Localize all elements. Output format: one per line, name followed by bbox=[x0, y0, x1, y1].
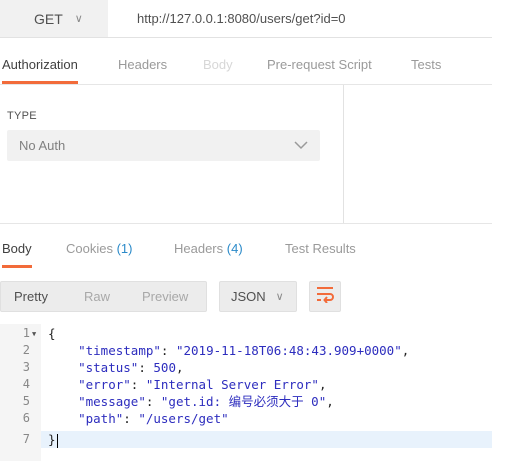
json-key: "status" bbox=[78, 360, 139, 375]
line-number: 2 bbox=[22, 343, 30, 357]
json-key: "error" bbox=[78, 377, 131, 392]
json-key: "path" bbox=[78, 411, 124, 426]
json-trail: , bbox=[401, 343, 410, 358]
code-line: { bbox=[48, 325, 56, 342]
json-trail: , bbox=[326, 394, 334, 409]
auth-type-value: No Auth bbox=[19, 138, 66, 153]
line-number: 3 bbox=[22, 360, 30, 374]
auth-type-label: TYPE bbox=[7, 110, 37, 122]
panel-divider bbox=[343, 85, 344, 223]
line-number: 5 bbox=[22, 394, 30, 408]
chevron-down-icon: ∨ bbox=[275, 291, 284, 303]
json-key: "timestamp" bbox=[78, 343, 161, 358]
view-raw-button[interactable]: Raw bbox=[84, 282, 110, 311]
json-value: "/users/get" bbox=[138, 411, 229, 426]
response-body-editor[interactable]: 1 ▼ 2 3 4 5 6 7 { "timestamp": "2019-11-… bbox=[0, 324, 492, 461]
tab-cookies[interactable]: Cookies (1) bbox=[66, 238, 132, 268]
view-preview-button[interactable]: Preview bbox=[142, 282, 188, 311]
view-pretty-button[interactable]: Pretty bbox=[14, 282, 48, 311]
method-label: GET bbox=[34, 10, 63, 27]
line-number: 6 bbox=[22, 411, 30, 425]
tab-pre-request-script[interactable]: Pre-request Script bbox=[267, 50, 372, 84]
tab-headers[interactable]: Headers bbox=[118, 50, 167, 84]
code-line: "error": "Internal Server Error", bbox=[78, 377, 327, 392]
view-mode-group: Pretty Raw Preview bbox=[0, 281, 207, 312]
tab-cookies-label: Cookies bbox=[66, 241, 113, 256]
text-cursor bbox=[56, 433, 58, 448]
json-value: "2019-11-18T06:48:43.909+0000" bbox=[175, 343, 402, 358]
active-line-highlight bbox=[41, 431, 492, 448]
code-text: { bbox=[48, 326, 56, 341]
section-divider bbox=[0, 223, 492, 224]
tab-response-headers-label: Headers bbox=[174, 241, 224, 256]
tab-authorization[interactable]: Authorization bbox=[2, 50, 78, 84]
code-text: } bbox=[48, 432, 56, 447]
code-line: "timestamp": "2019-11-18T06:48:43.909+00… bbox=[78, 343, 410, 358]
cookies-count: (1) bbox=[116, 241, 133, 256]
json-value: "get.id: 编号必须大于 0" bbox=[160, 394, 327, 409]
code-line: "path": "/users/get" bbox=[78, 411, 229, 426]
tab-response-headers[interactable]: Headers (4) bbox=[174, 238, 243, 268]
json-trail: , bbox=[318, 377, 327, 392]
request-tabs: Authorization Headers Body Pre-request S… bbox=[0, 50, 492, 84]
code-line: } bbox=[48, 431, 58, 448]
line-number: 1 bbox=[22, 326, 30, 340]
json-value: 500 bbox=[153, 360, 176, 375]
format-value: JSON bbox=[231, 289, 266, 304]
tab-divider bbox=[0, 84, 492, 85]
tab-tests[interactable]: Tests bbox=[411, 50, 441, 84]
tab-test-results[interactable]: Test Results bbox=[285, 238, 356, 268]
format-select[interactable]: JSON ∨ bbox=[219, 281, 297, 312]
chevron-down-icon bbox=[294, 139, 308, 153]
chevron-down-icon: ∨ bbox=[74, 13, 83, 25]
headers-count: (4) bbox=[226, 241, 243, 256]
auth-type-select[interactable]: No Auth bbox=[7, 130, 320, 161]
code-line: "message": "get.id: 编号必须大于 0", bbox=[78, 394, 334, 409]
json-value: "Internal Server Error" bbox=[145, 377, 319, 392]
tab-body[interactable]: Body bbox=[203, 50, 233, 84]
wrap-lines-icon bbox=[315, 285, 335, 308]
line-number: 4 bbox=[22, 377, 30, 391]
method-select[interactable]: GET ∨ bbox=[0, 0, 108, 37]
code-line: "status": 500, bbox=[78, 360, 184, 375]
tab-response-body[interactable]: Body bbox=[2, 238, 32, 268]
json-trail: , bbox=[175, 360, 184, 375]
fold-toggle-icon[interactable]: ▼ bbox=[32, 330, 36, 338]
line-number: 7 bbox=[22, 432, 30, 446]
json-key: "message" bbox=[78, 394, 146, 409]
wrap-lines-button[interactable] bbox=[309, 281, 341, 312]
url-input[interactable]: http://127.0.0.1:8080/users/get?id=0 bbox=[108, 0, 492, 37]
